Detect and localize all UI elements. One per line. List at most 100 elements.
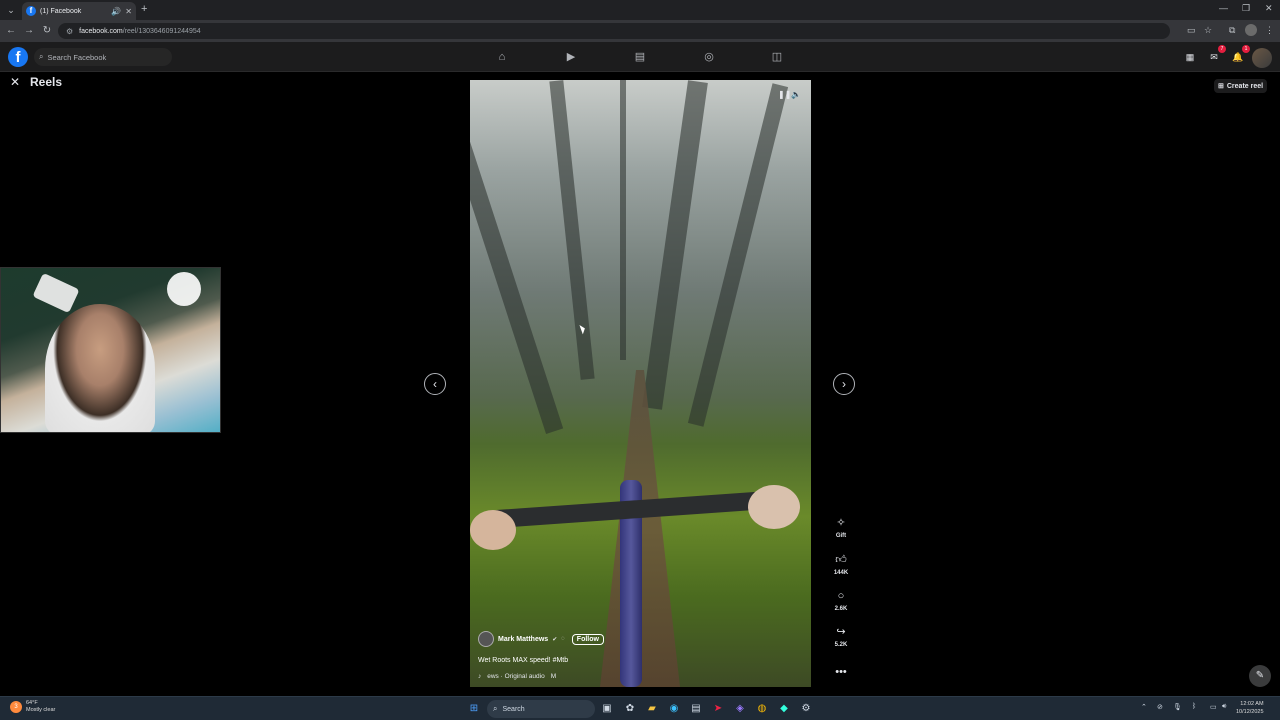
streamer <box>45 304 155 432</box>
home-icon[interactable]: ⌂ <box>495 50 509 64</box>
creator-name[interactable]: Mark Matthews <box>498 636 548 643</box>
app-icon[interactable]: ◆ <box>777 702 791 716</box>
settings-icon[interactable]: ⚙ <box>799 702 813 716</box>
app-icon[interactable]: ➤ <box>711 702 725 716</box>
minimize-icon[interactable]: — <box>1219 3 1228 13</box>
menu-grid-icon[interactable]: ▦ <box>1183 50 1197 64</box>
messenger-badge: 7 <box>1218 45 1226 53</box>
next-reel-button[interactable]: › <box>833 373 855 395</box>
video-icon[interactable]: ▶ <box>564 50 578 64</box>
tree <box>549 80 595 380</box>
chrome-menu-icon[interactable]: ⋮ <box>1265 25 1274 36</box>
gaming-icon[interactable]: ◫ <box>770 50 784 64</box>
ring-light <box>32 272 80 314</box>
notifications-icon[interactable]: 🔔 1 <box>1231 45 1250 64</box>
browser-profile-avatar[interactable] <box>1245 24 1257 36</box>
account-avatar[interactable] <box>1252 48 1272 68</box>
rider-hand <box>748 485 800 529</box>
camera-icon: ⊞ <box>1218 83 1224 90</box>
gift-button[interactable]: ✧ Gift <box>830 513 852 539</box>
file-explorer-icon[interactable]: ▰ <box>645 702 659 716</box>
store-icon[interactable]: ▤ <box>689 702 703 716</box>
comment-button[interactable]: ○ 2.6K <box>830 586 852 612</box>
extensions-icon[interactable]: ⧉ <box>1229 25 1235 36</box>
more-options-button[interactable]: ••• <box>830 662 852 680</box>
discord-icon[interactable]: ◈ <box>733 702 747 716</box>
messenger-icon[interactable]: ✉ 7 <box>1207 45 1226 64</box>
marketplace-icon[interactable]: ▤ <box>633 50 647 64</box>
site-info-icon[interactable]: ⚙ <box>66 27 73 36</box>
speaker-icon[interactable]: 🔊 <box>111 7 121 16</box>
pause-icon[interactable]: ❚❚ <box>778 90 791 99</box>
reel-audio[interactable]: ♪ ews · Original audio M <box>478 673 556 680</box>
bookmark-star-icon[interactable]: ☆ <box>1204 25 1212 36</box>
facebook-search[interactable]: ⌕ Search Facebook <box>34 48 172 66</box>
taskbar-search[interactable]: ⌕ Search <box>487 700 595 718</box>
follow-button[interactable]: Follow <box>571 633 604 645</box>
reel-video[interactable] <box>470 80 811 687</box>
chrome-icon[interactable]: ◍ <box>755 702 769 716</box>
tree <box>687 83 789 427</box>
share-icon: ↪ <box>836 626 846 638</box>
new-tab-button[interactable]: + <box>141 3 147 15</box>
groups-icon[interactable]: ◎ <box>702 50 716 64</box>
create-reel-button[interactable]: ⊞ Create reel <box>1214 79 1268 93</box>
gift-icon: ✧ <box>836 517 846 529</box>
close-reels-icon[interactable]: ✕ <box>10 75 20 89</box>
address-bar[interactable]: ⚙ facebook.com/reel/1303646091244954 <box>58 23 1170 39</box>
facebook-favicon-icon: f <box>26 6 36 16</box>
network-icon[interactable]: ⊘ <box>1157 703 1163 711</box>
close-window-icon[interactable]: ✕ <box>1265 3 1273 14</box>
bluetooth-icon[interactable]: ᛒ <box>1192 703 1196 710</box>
like-button[interactable]: 👍︎ 144K <box>830 550 852 576</box>
search-icon: ⌕ <box>39 52 44 61</box>
volume-icon[interactable]: 🔊︎ <box>1222 703 1226 711</box>
edge-icon[interactable]: ◉ <box>667 702 681 716</box>
comment-icon: ○ <box>837 590 845 602</box>
ring-light <box>167 272 201 306</box>
windows-taskbar: 3 64°F Mostly clear ⊞ ⌕ Search ▣ ✿ ▰ ◉ ▤ … <box>0 696 1280 720</box>
restore-icon[interactable]: ❐ <box>1242 3 1250 14</box>
creator-avatar[interactable] <box>478 631 494 647</box>
tab-title: (1) Facebook <box>40 7 82 15</box>
volume-icon[interactable]: 🔈 <box>791 90 801 99</box>
tree <box>470 86 564 434</box>
reel-creator: Mark Matthews ✔ ◌ Follow <box>478 631 604 647</box>
reload-icon[interactable]: ↻ <box>41 25 53 36</box>
task-view-icon[interactable]: ▣ <box>600 702 614 716</box>
cast-icon[interactable]: ▭ <box>1187 25 1196 36</box>
reels-title: Reels <box>30 75 63 89</box>
weather-icon: 3 <box>10 701 22 713</box>
close-tab-icon[interactable]: ✕ <box>125 7 132 16</box>
windows-start-icon[interactable]: ⊞ <box>467 702 481 716</box>
browser-tab-strip: ⌄ f (1) Facebook 🔊 ✕ + — ❐ ✕ <box>0 0 1280 20</box>
forward-icon[interactable]: → <box>23 25 35 36</box>
browser-tab-facebook[interactable]: f (1) Facebook 🔊 ✕ <box>22 2 136 20</box>
music-icon: ♪ <box>478 673 482 680</box>
thumbs-up-icon: 👍︎ <box>835 554 847 566</box>
facebook-header: f ⌕ Search Facebook ⌂ ▶ ▤ ◎ ◫ ▦ ✉ 7 🔔 1 <box>0 42 1280 72</box>
tray-overflow-icon[interactable]: ⌃ <box>1141 703 1147 711</box>
system-clock[interactable]: 12:02 AM 10/12/2025 <box>1236 700 1264 716</box>
tree <box>642 80 708 410</box>
rider-hand <box>470 510 516 550</box>
reel-caption: Wet Roots MAX speed! #Mtb <box>478 657 569 664</box>
facebook-logo[interactable]: f <box>8 47 28 67</box>
weather-widget[interactable]: 3 64°F Mostly clear <box>10 700 55 714</box>
search-input[interactable]: Search Facebook <box>47 53 106 62</box>
search-icon: ⌕ <box>493 704 498 713</box>
share-button[interactable]: ↪ 5.2K <box>830 622 852 648</box>
microphone-icon[interactable]: 🎙︎ <box>1173 703 1182 711</box>
previous-reel-button[interactable]: ‹ <box>424 373 446 395</box>
verified-icon: ✔ <box>552 636 558 643</box>
browser-toolbar: ← → ↻ ⚙ facebook.com/reel/13036460912449… <box>0 20 1280 42</box>
more-icon: ••• <box>835 666 847 678</box>
back-icon[interactable]: ← <box>5 25 17 36</box>
notifications-badge: 1 <box>1242 45 1250 53</box>
new-message-button[interactable]: ✎ <box>1249 665 1271 687</box>
tree <box>620 80 626 360</box>
monitor-icon[interactable]: ▭ <box>1210 703 1217 711</box>
copilot-icon[interactable]: ✿ <box>623 702 637 716</box>
url-text: facebook.com/reel/1303646091244954 <box>79 27 201 35</box>
tab-search-button[interactable]: ⌄ <box>4 3 18 17</box>
